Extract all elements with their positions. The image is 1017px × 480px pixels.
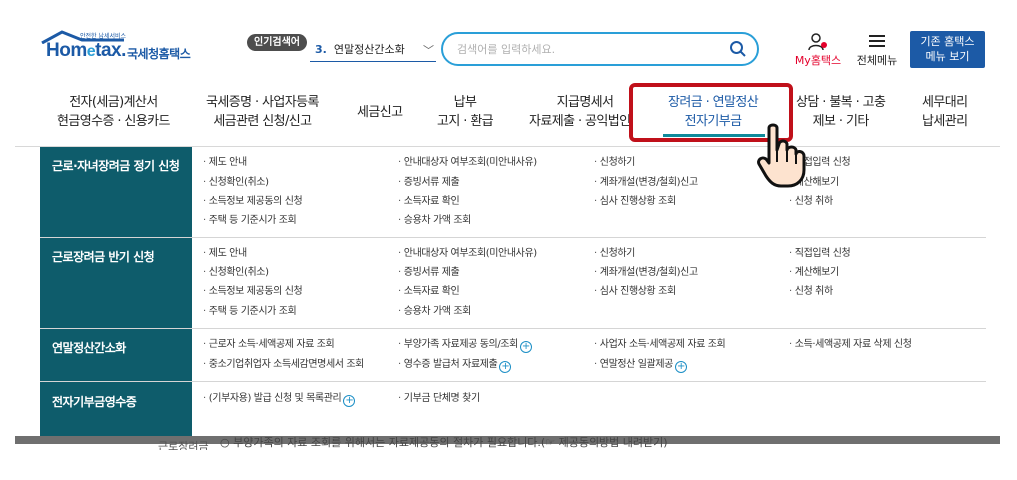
menu-row: 근로·자녀장려금 정기 신청 제도 안내 신청확인(취소) 소득정보 제공동의 … xyxy=(40,147,986,238)
hamburger-icon xyxy=(869,35,885,47)
menu-link[interactable]: 계좌개설(변경/철회)신고 xyxy=(594,176,698,190)
search-input[interactable] xyxy=(457,40,717,58)
menu-row: 전자기부금영수증 (기부자용) 발급 신청 및 목록관리+ 기부금 단체명 찾기 xyxy=(40,382,986,439)
user-icon xyxy=(808,33,827,51)
menu-link[interactable]: (기부자용) 발급 신청 및 목록관리+ xyxy=(203,392,356,407)
gnb-label: 전자(세금)계산서 xyxy=(69,95,158,110)
menu-link[interactable]: 신청 취하 xyxy=(789,285,833,299)
popular-search-select[interactable]: 3. 연말정산간소화 ﹀ xyxy=(310,40,436,62)
menu-link[interactable]: 신청확인(취소) xyxy=(203,176,269,190)
my-hometax-button[interactable]: My홈택스 xyxy=(791,32,845,68)
old-hometax-line2: 메뉴 보기 xyxy=(925,50,970,63)
menu-link[interactable]: 제도 안내 xyxy=(203,247,247,261)
gnb-e-invoice[interactable]: 전자(세금)계산서현금영수증 · 신용카드 xyxy=(57,93,170,131)
gnb-payment[interactable]: 납부고지 · 환급 xyxy=(437,93,494,131)
row-title[interactable]: 근로장려금 반기 신청 xyxy=(52,248,155,265)
menu-link[interactable]: 신청하기 xyxy=(594,247,636,261)
menu-link[interactable]: 연말정산 일괄제공+ xyxy=(594,358,687,373)
menu-link[interactable]: 신청하기 xyxy=(594,156,636,170)
gnb-label: 자료제출 · 공익법인 xyxy=(529,114,631,129)
menu-link[interactable]: 영수증 발급처 자료제출+ xyxy=(398,358,512,373)
menu-link[interactable]: 계산해보기 xyxy=(789,266,839,280)
logo-korean: 국세청홈택스 xyxy=(127,47,191,61)
menu-link[interactable]: 소득정보 제공동의 신청 xyxy=(203,195,303,209)
gnb-label: 납세관리 xyxy=(922,114,968,129)
plus-circle-icon[interactable]: + xyxy=(674,361,687,373)
menu-link[interactable]: 안내대상자 여부조회(미안내사유) xyxy=(398,247,537,261)
menu-link[interactable]: 승용차 가액 조회 xyxy=(398,305,472,319)
row-title[interactable]: 전자기부금영수증 xyxy=(52,393,137,410)
menu-link[interactable]: 계좌개설(변경/철회)신고 xyxy=(594,266,698,280)
gnb-label: 국세증명 · 사업자등록 xyxy=(206,95,319,110)
menu-link[interactable]: 승용차 가액 조회 xyxy=(398,214,472,228)
menu-link[interactable]: 주택 등 기준시가 조회 xyxy=(203,305,297,319)
menu-link-label: 부양가족 자료제공 동의/조회 xyxy=(403,339,519,350)
gnb-label: 납부 xyxy=(453,95,477,110)
menu-link[interactable]: 신청 취하 xyxy=(789,195,833,209)
menu-row: 연말정산간소화 근로자 소득·세액공제 자료 조회 중소기업취업자 소득세감면명… xyxy=(40,329,986,382)
menu-link[interactable]: 중소기업취업자 소득세감면명세서 조회 xyxy=(203,358,365,372)
menu-link[interactable]: 안내대상자 여부조회(미안내사유) xyxy=(398,156,537,170)
gnb-payment-statement[interactable]: 지급명세서자료제출 · 공익법인 xyxy=(529,93,641,131)
search-icon[interactable] xyxy=(729,40,747,58)
menu-link[interactable]: 소득자료 확인 xyxy=(398,195,460,209)
gnb-label: 세금관련 신청/신고 xyxy=(213,114,312,129)
row-title[interactable]: 근로·자녀장려금 정기 신청 xyxy=(52,157,180,174)
chevron-down-icon: ﹀ xyxy=(423,44,434,57)
menu-link[interactable]: 소득자료 확인 xyxy=(398,285,460,299)
menu-link[interactable]: 소득·세액공제 자료 삭제 신청 xyxy=(789,338,912,352)
underlay-left-text: 근로장려금 xyxy=(158,440,209,450)
menu-link[interactable]: 근로자 소득·세액공제 자료 조회 xyxy=(203,338,335,352)
menu-link-label: 연말정산 일괄제공 xyxy=(599,359,674,370)
plus-circle-icon[interactable]: + xyxy=(499,361,512,373)
logo-english: Hometax. xyxy=(46,40,126,61)
gnb-label: 고지 · 환급 xyxy=(437,114,494,129)
gnb-label: 세무대리 xyxy=(922,95,968,110)
menu-link[interactable]: 심사 진행상황 조회 xyxy=(594,285,676,299)
gnb-tax-filing[interactable]: 세금신고 xyxy=(357,103,403,122)
menu-link[interactable]: 증빙서류 제출 xyxy=(398,176,460,190)
menu-link[interactable]: 직접입력 신청 xyxy=(789,247,851,261)
underlay-notice: ○ 부양가족의 자료 조회를 위해서는 자료제공동의 절차가 필요합니다.(☞ … xyxy=(220,437,668,449)
menu-link[interactable]: 신청확인(취소) xyxy=(203,266,269,280)
hometax-logo[interactable]: 안전한 납세서비스 Hometax. 국세청홈택스 xyxy=(40,30,210,68)
menu-row: 근로장려금 반기 신청 제도 안내 신청확인(취소) 소득정보 제공동의 신청 … xyxy=(40,238,986,329)
gnb-label: 지급명세서 xyxy=(556,95,614,110)
menu-link[interactable]: 기부금 단체명 찾기 xyxy=(398,392,480,406)
gnb-tax-agent[interactable]: 세무대리납세관리 xyxy=(922,93,968,131)
menu-link[interactable]: 증빙서류 제출 xyxy=(398,266,460,280)
row-title[interactable]: 연말정산간소화 xyxy=(52,339,126,356)
old-hometax-menu-button[interactable]: 기존 홈택스 메뉴 보기 xyxy=(910,31,985,68)
menu-link[interactable]: 심사 진행상황 조회 xyxy=(594,195,676,209)
menu-link[interactable]: 주택 등 기준시가 조회 xyxy=(203,214,297,228)
menu-link[interactable]: 사업자 소득·세액공제 자료 조회 xyxy=(594,338,726,352)
old-hometax-line1: 기존 홈택스 xyxy=(920,35,975,48)
menu-link-label: (기부자용) 발급 신청 및 목록관리 xyxy=(208,393,342,404)
gnb-label: 세금신고 xyxy=(357,105,403,120)
all-menu-button[interactable]: 전체메뉴 xyxy=(852,32,902,68)
menu-link[interactable]: 부양가족 자료제공 동의/조회+ xyxy=(398,338,532,353)
search-box xyxy=(441,32,759,66)
plus-circle-icon[interactable]: + xyxy=(343,395,356,407)
mega-menu-panel: 근로·자녀장려금 정기 신청 제도 안내 신청확인(취소) 소득정보 제공동의 … xyxy=(40,147,986,439)
plus-circle-icon[interactable]: + xyxy=(519,341,532,353)
popular-search-badge: 인기검색어 xyxy=(247,34,307,51)
gnb-label: 상담 · 불복 · 고충 xyxy=(796,95,886,110)
menu-link-label: 영수증 발급처 자료제출 xyxy=(403,359,498,370)
menu-link[interactable]: 소득정보 제공동의 신청 xyxy=(203,285,303,299)
popular-rank: 3. xyxy=(315,43,327,56)
all-menu-label: 전체메뉴 xyxy=(856,54,898,67)
hand-pointer-icon xyxy=(757,123,806,188)
logo-tagline: 안전한 납세서비스 xyxy=(80,33,127,40)
menu-link[interactable]: 제도 안내 xyxy=(203,156,247,170)
popular-term: 연말정산간소화 xyxy=(333,43,405,56)
gnb-certificates[interactable]: 국세증명 · 사업자등록세금관련 신청/신고 xyxy=(206,93,319,131)
my-hometax-label: My홈택스 xyxy=(794,54,842,67)
gnb-label: 현금영수증 · 신용카드 xyxy=(57,114,170,129)
